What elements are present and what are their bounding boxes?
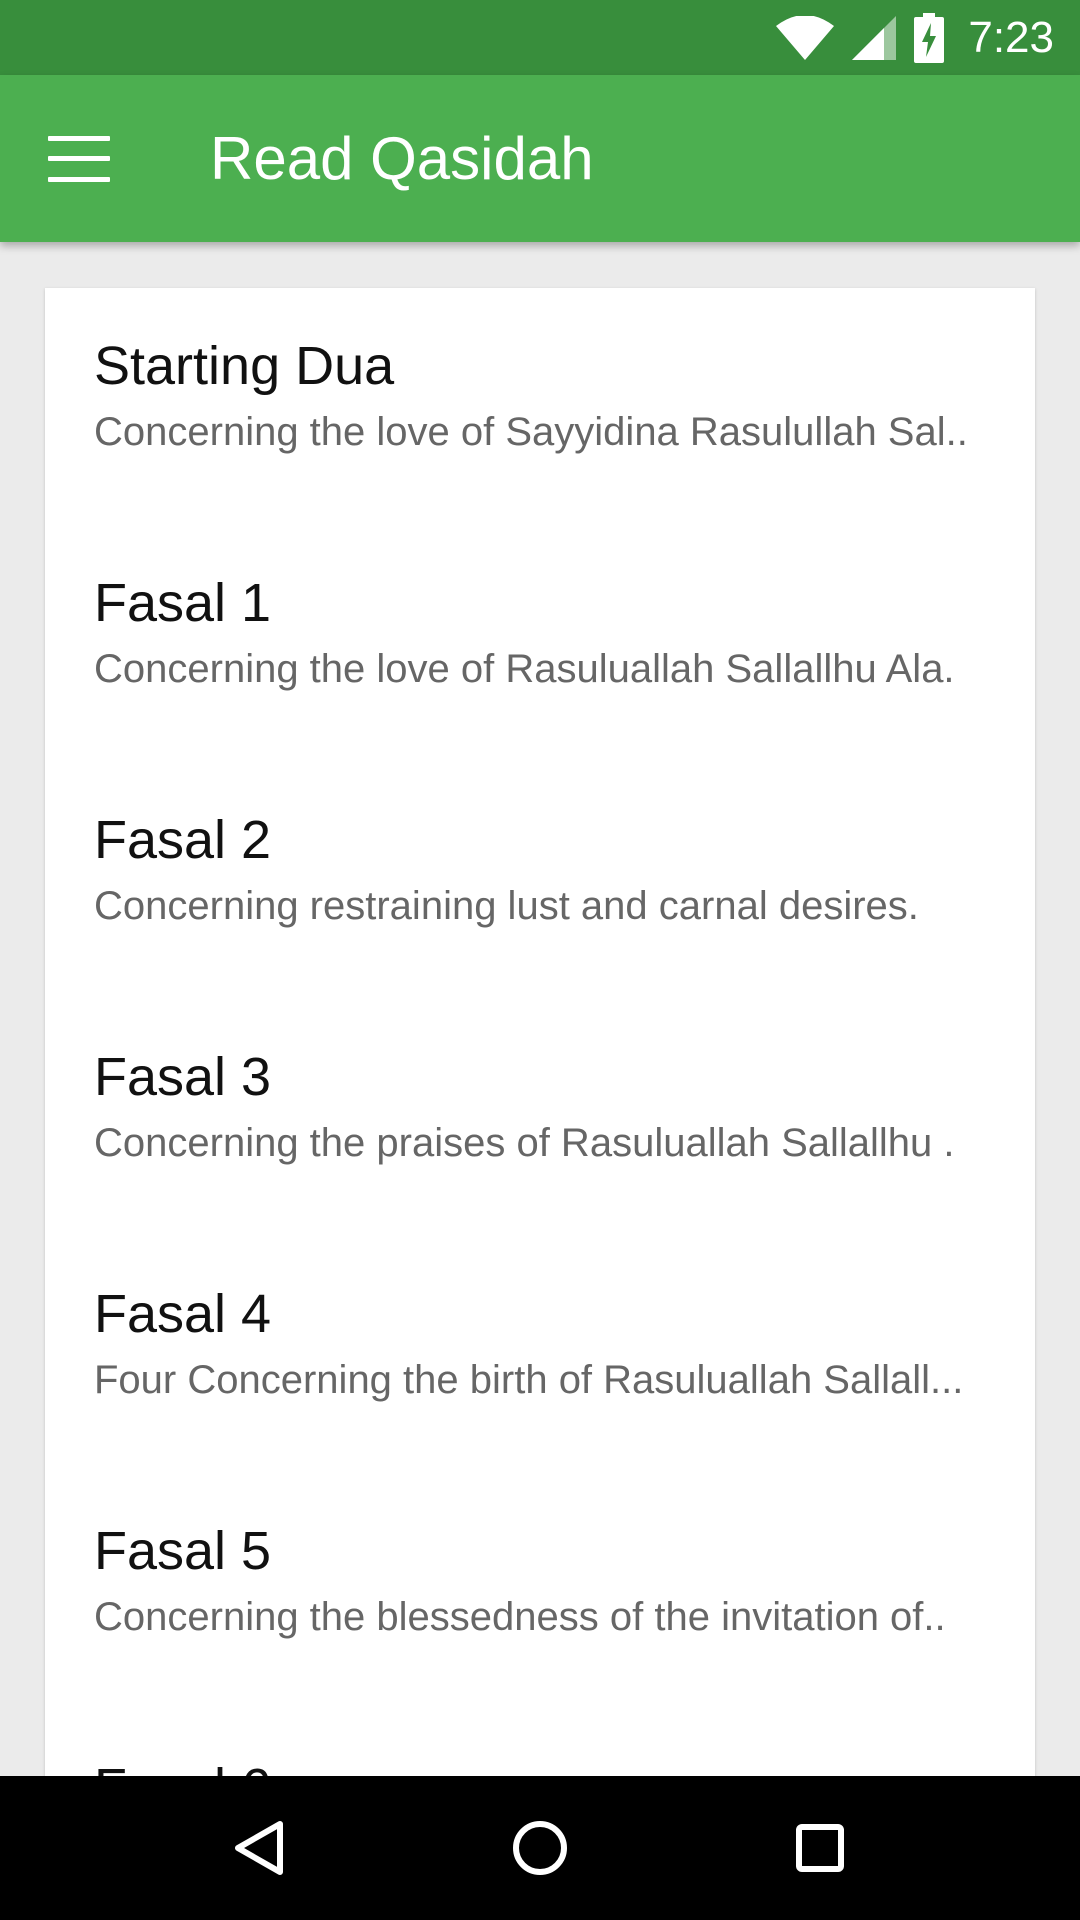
battery-charging-icon (914, 12, 945, 63)
list-item-title: Starting Dua (94, 336, 395, 396)
status-bar: 7:23 (0, 0, 1080, 75)
list-item-fasal-4[interactable]: Fasal 4 Four Concerning the birth of Ras… (45, 1236, 1035, 1473)
home-icon[interactable] (480, 1788, 600, 1908)
list-item-fasal-1[interactable]: Fasal 1 Concerning the love of Rasuluall… (45, 525, 1035, 762)
signal-icon (852, 15, 897, 60)
list-item-subtitle: Concerning the blessedness of the invita… (94, 1595, 946, 1639)
list-item-subtitle: Concerning the love of Sayyidina Rasulul… (94, 410, 968, 454)
list-item-fasal-3[interactable]: Fasal 3 Concerning the praises of Rasulu… (45, 999, 1035, 1236)
list-item-title: Fasal 3 (94, 1047, 272, 1107)
qasidah-list-card: Starting Dua Concerning the love of Sayy… (45, 288, 1035, 1776)
list-item-starting-dua[interactable]: Starting Dua Concerning the love of Sayy… (45, 288, 1035, 525)
page-title: Read Qasidah (210, 125, 594, 192)
recents-icon[interactable] (760, 1788, 880, 1908)
list-item-subtitle: Concerning restraining lust and carnal d… (94, 884, 919, 928)
list-item-title: Fasal 6 (94, 1756, 991, 1776)
content-area[interactable]: Starting Dua Concerning the love of Sayy… (0, 242, 1080, 1776)
hamburger-menu-icon[interactable] (0, 75, 160, 242)
list-item-subtitle: Four Concerning the birth of Rasuluallah… (94, 1358, 964, 1402)
system-nav-bar (0, 1776, 1080, 1920)
clock: 7:23 (968, 12, 1054, 62)
list-item-title: Fasal 5 (94, 1521, 272, 1581)
list-item-fasal-5[interactable]: Fasal 5 Concerning the blessedness of th… (45, 1473, 1035, 1710)
wifi-icon (776, 15, 835, 60)
list-item-subtitle: Concerning the love of Rasuluallah Salla… (94, 647, 955, 691)
list-item-title: Fasal 4 (94, 1284, 272, 1344)
list-item-title: Fasal 1 (94, 573, 272, 633)
app-bar: Read Qasidah (0, 75, 1080, 242)
list-item-fasal-6[interactable]: Fasal 6 (45, 1710, 1035, 1776)
list-item-subtitle: Concerning the praises of Rasuluallah Sa… (94, 1121, 955, 1165)
list-item-fasal-2[interactable]: Fasal 2 Concerning restraining lust and … (45, 762, 1035, 999)
list-item-title: Fasal 2 (94, 810, 272, 870)
back-icon[interactable] (200, 1788, 320, 1908)
